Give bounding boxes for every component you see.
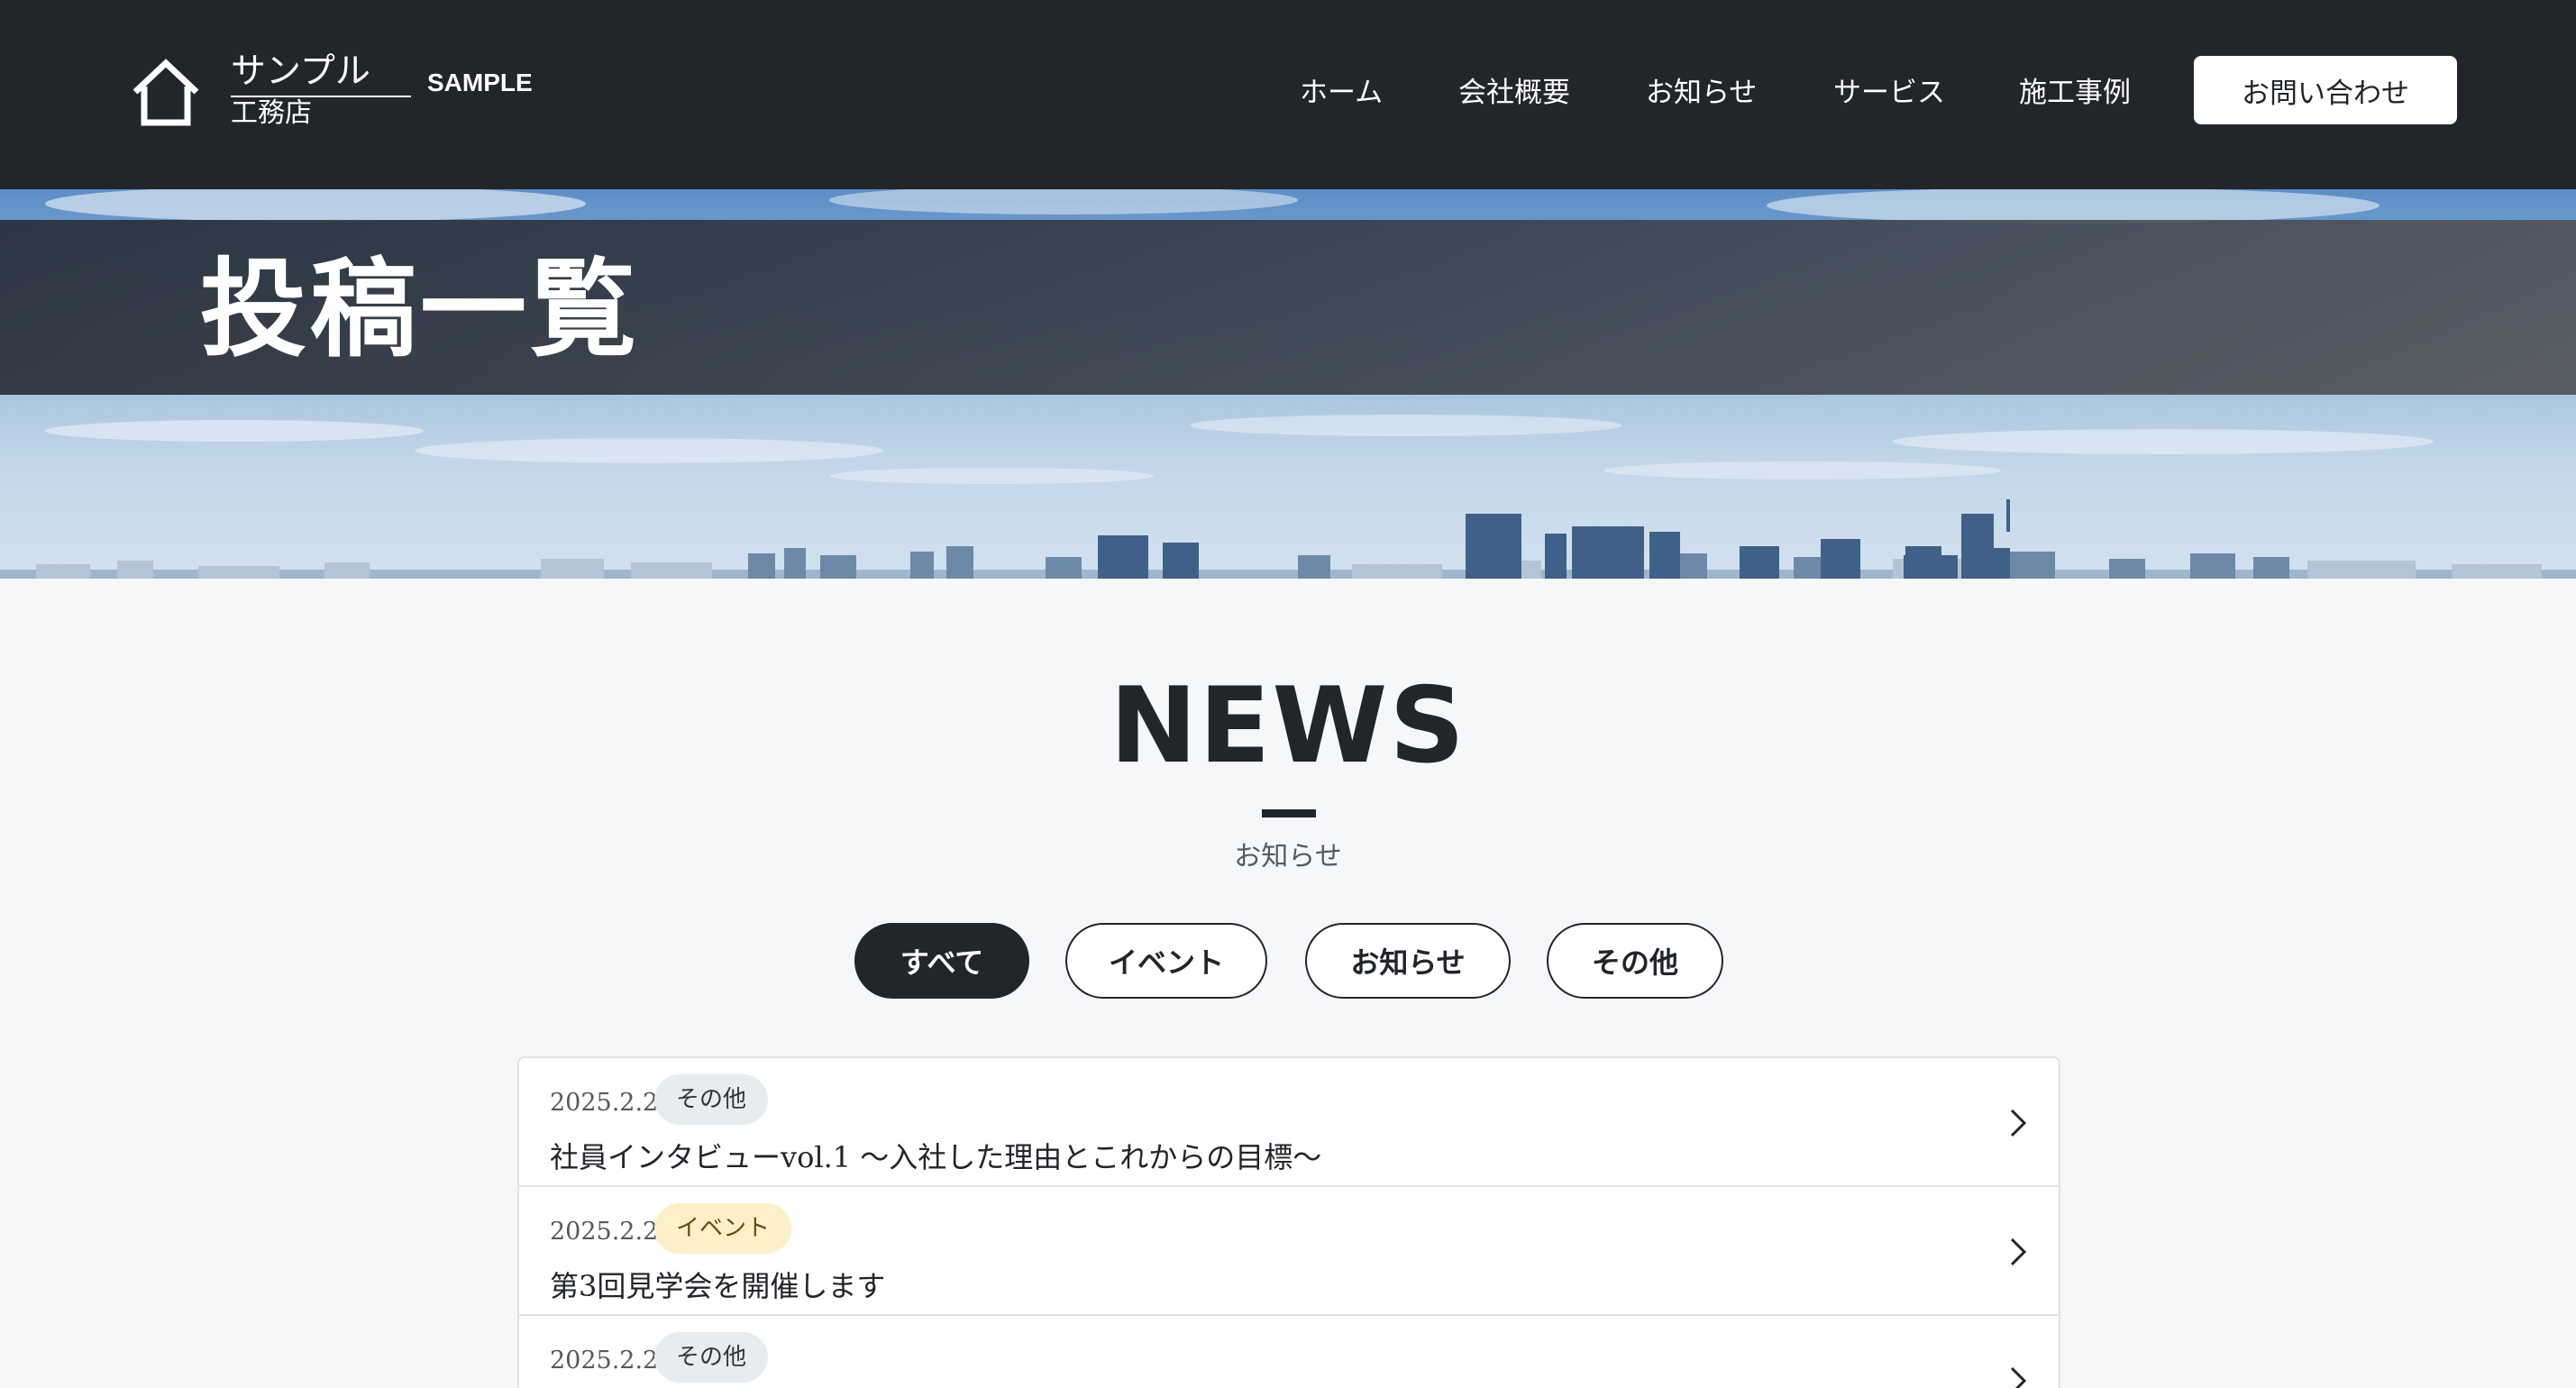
news-subheading: お知らせ bbox=[1234, 841, 1342, 872]
chevron-right-icon bbox=[2010, 1109, 2027, 1137]
category-badge: その他 bbox=[654, 1332, 769, 1383]
contact-button[interactable]: お問い合わせ bbox=[2194, 56, 2457, 124]
site-header: サンプル 工務店 SAMPLE ホーム 会社概要 お知らせ サービス 施工事例 … bbox=[0, 0, 2576, 189]
nav-home[interactable]: ホーム bbox=[1300, 70, 1383, 115]
city-skyline bbox=[0, 499, 2576, 579]
category-badge: イベント bbox=[654, 1203, 792, 1254]
filter-all[interactable]: すべて bbox=[854, 923, 1029, 999]
hero-banner: 投稿一覧 bbox=[0, 189, 2576, 579]
heading-divider bbox=[1262, 809, 1316, 817]
category-badge: その他 bbox=[654, 1074, 769, 1125]
news-item[interactable]: 2025.2.2 その他 bbox=[519, 1316, 2059, 1388]
news-date: 2025.2.2 bbox=[550, 1218, 659, 1246]
main-nav: ホーム 会社概要 お知らせ サービス 施工事例 bbox=[0, 70, 2576, 115]
chevron-right-icon bbox=[2010, 1366, 2027, 1388]
news-date: 2025.2.2 bbox=[550, 1347, 659, 1374]
news-list: 2025.2.2 その他 社員インタビューvol.1 〜入社した理由とこれからの… bbox=[517, 1056, 2060, 1388]
chevron-right-icon bbox=[2010, 1237, 2027, 1266]
page-title: 投稿一覧 bbox=[200, 246, 641, 371]
filter-notice[interactable]: お知らせ bbox=[1305, 923, 1511, 999]
nav-company[interactable]: 会社概要 bbox=[1458, 70, 1570, 115]
news-item[interactable]: 2025.2.2 その他 社員インタビューvol.1 〜入社した理由とこれからの… bbox=[519, 1058, 2059, 1187]
nav-works[interactable]: 施工事例 bbox=[2019, 70, 2131, 115]
nav-services[interactable]: サービス bbox=[1833, 70, 1945, 115]
news-title: 社員インタビューvol.1 〜入社した理由とこれからの目標〜 bbox=[550, 1140, 1322, 1174]
news-title: 第3回見学会を開催します bbox=[550, 1269, 886, 1303]
nav-news[interactable]: お知らせ bbox=[1646, 70, 1757, 115]
news-date: 2025.2.2 bbox=[550, 1089, 659, 1117]
news-heading: NEWS bbox=[1110, 665, 1466, 787]
filter-event[interactable]: イベント bbox=[1065, 923, 1267, 999]
filter-other[interactable]: その他 bbox=[1547, 923, 1723, 999]
news-item[interactable]: 2025.2.2 イベント 第3回見学会を開催します bbox=[519, 1187, 2059, 1316]
